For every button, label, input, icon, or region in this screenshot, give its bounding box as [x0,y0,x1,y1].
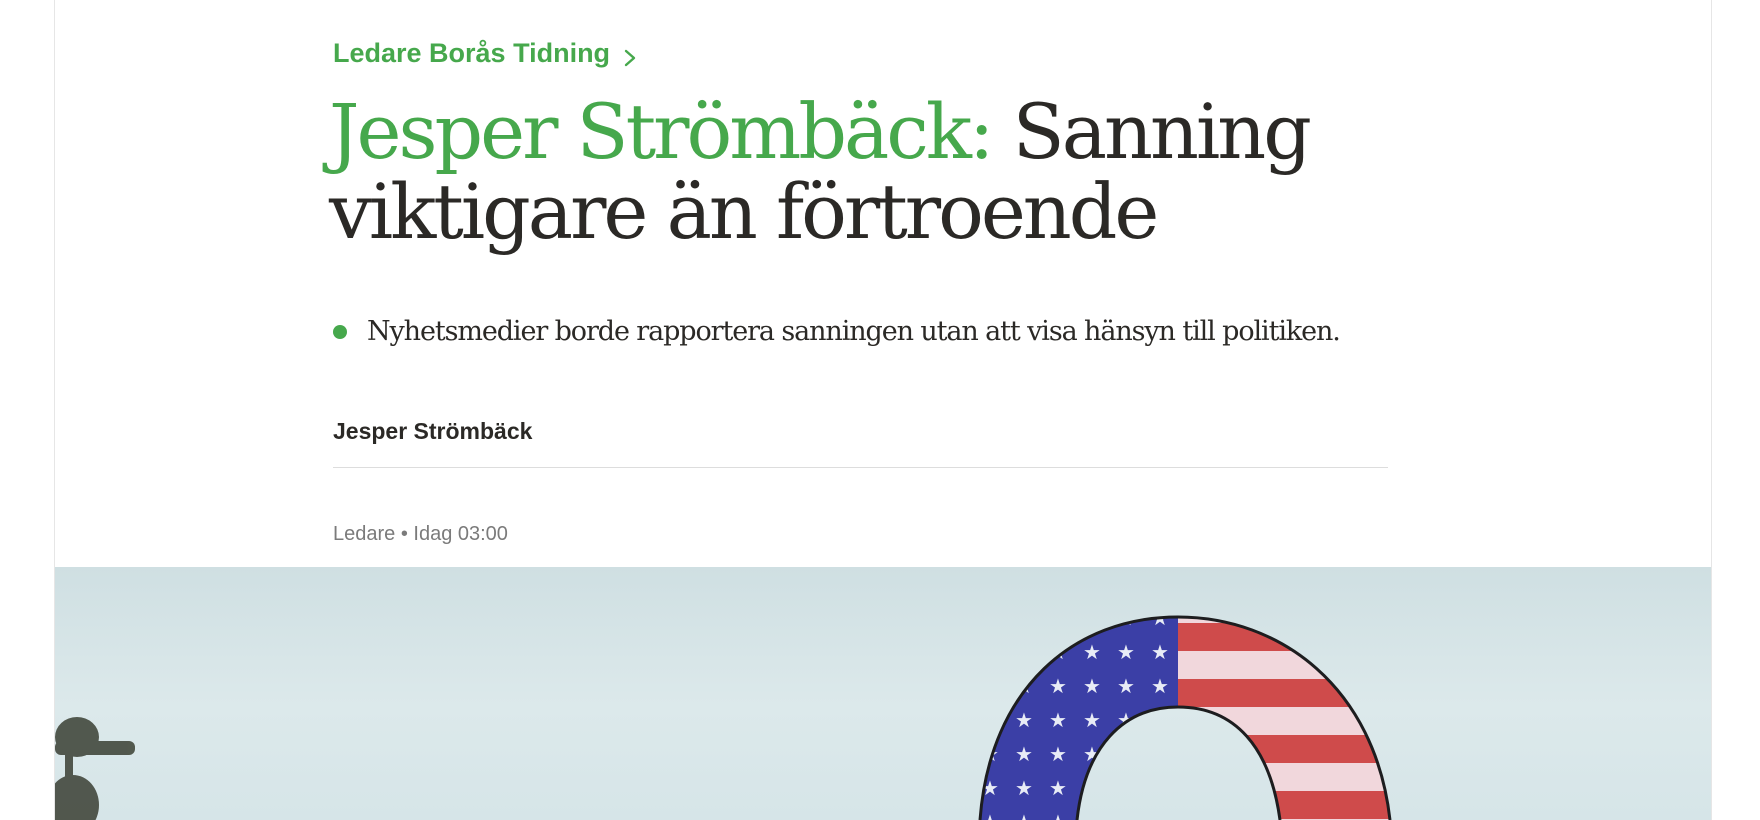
article-meta: Ledare • Idag 03:00 [333,523,508,545]
bullet-dot-icon [333,324,347,339]
section-link[interactable]: Ledare Borås Tidning [333,38,638,69]
section-label: Ledare Borås Tidning [333,38,611,68]
author-byline[interactable]: Jesper Strömbäck [333,418,532,445]
chevron-right-icon [622,44,638,66]
headline-author: Jesper Strömbäck: [329,87,995,176]
lead-point: Nyhetsmedier borde rapportera sanningen … [333,316,1341,347]
lead-text: Nyhetsmedier borde rapportera sanningen … [367,316,1341,347]
divider [333,467,1388,468]
hero-image: ★ [55,567,1711,820]
article-page: Ledare Borås Tidning Jesper Strömbäck: S… [54,0,1712,820]
article-headline: Jesper Strömbäck: Sanning viktigare än f… [329,92,1429,252]
hero-image-illustration: ★ [55,615,1392,820]
